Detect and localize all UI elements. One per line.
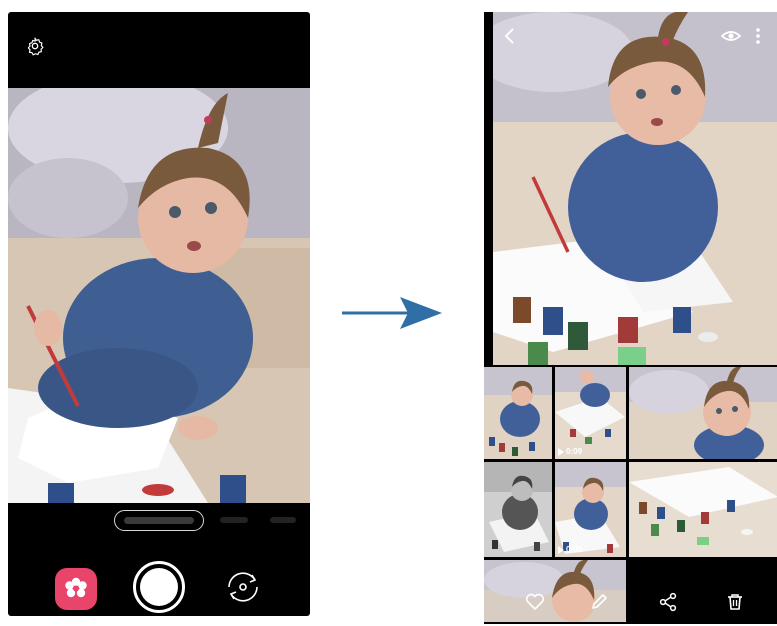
trash-icon[interactable]	[724, 591, 746, 613]
gallery-thumbnail[interactable]	[484, 367, 552, 459]
shutter-button[interactable]	[133, 561, 185, 613]
gallery-screen: 0:09 0:03	[484, 12, 777, 624]
preview-image	[8, 88, 310, 503]
gear-icon[interactable]	[25, 36, 45, 56]
camera-mode-option[interactable]	[270, 517, 296, 523]
more-vertical-icon[interactable]	[752, 26, 764, 46]
camera-preview[interactable]	[8, 88, 310, 503]
heart-icon[interactable]	[524, 591, 546, 613]
video-duration-badge: 0:09	[558, 447, 582, 456]
viewer-image	[493, 12, 777, 365]
bixby-vision-button[interactable]	[55, 568, 97, 610]
flower-icon	[65, 577, 87, 598]
video-duration-badge: 0:03	[558, 545, 582, 554]
gallery-thumbnail[interactable]	[484, 462, 552, 557]
pencil-icon[interactable]	[588, 591, 610, 613]
camera-screen	[8, 12, 310, 616]
chevron-left-icon[interactable]	[500, 26, 520, 46]
transition-arrow	[342, 297, 442, 329]
switch-camera-icon[interactable]	[221, 565, 265, 609]
gallery-thumbnail[interactable]	[629, 367, 777, 459]
share-icon[interactable]	[657, 591, 679, 613]
camera-mode-option[interactable]	[220, 517, 248, 523]
gallery-thumbnail[interactable]	[629, 462, 777, 557]
gallery-bottom-toolbar	[484, 575, 777, 624]
play-icon	[558, 545, 564, 554]
gallery-video-thumbnail[interactable]: 0:09	[555, 367, 626, 459]
eye-icon[interactable]	[720, 26, 742, 46]
camera-mode-selected[interactable]	[114, 510, 204, 531]
play-icon	[558, 447, 564, 456]
photo-viewer[interactable]	[493, 12, 777, 365]
gallery-video-thumbnail[interactable]: 0:03	[555, 462, 626, 557]
